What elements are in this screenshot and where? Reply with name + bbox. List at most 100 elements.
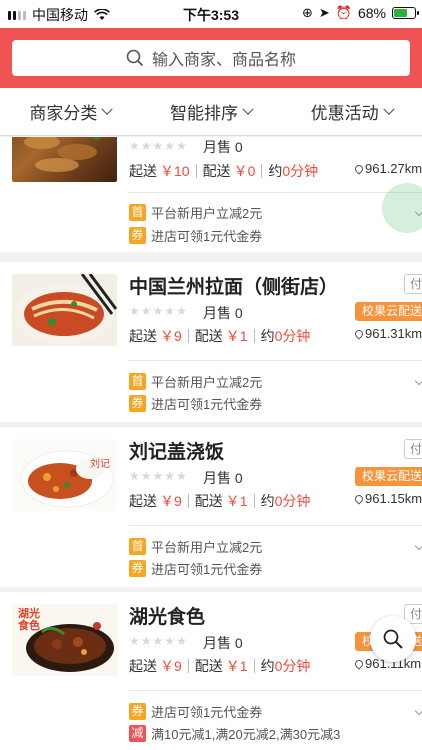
- promo-badge: 减: [129, 725, 146, 742]
- battery-percent: 68%: [357, 5, 386, 21]
- filter-label: 智能排序: [170, 104, 238, 123]
- chevron-down-icon: [383, 103, 395, 115]
- delivery-label: 配送: [194, 658, 223, 674]
- promo-badge: 券: [129, 227, 146, 244]
- floating-search-button[interactable]: [370, 616, 416, 662]
- delivery-fee: ￥1: [225, 328, 248, 344]
- alarm-icon: ⏰: [335, 5, 352, 20]
- food-photo: [14, 274, 117, 344]
- search-placeholder: 输入商家、商品名称: [151, 52, 296, 69]
- promo-text: 进店可领1元代金券: [151, 229, 263, 244]
- min-order-value: ￥9: [160, 493, 182, 509]
- time-label: 约: [260, 658, 275, 674]
- promo-badge: 券: [129, 703, 146, 720]
- promo-row: 首 平台新用户立减2元: [129, 203, 262, 222]
- store-image: [12, 274, 117, 346]
- min-order-value: ￥9: [160, 328, 182, 344]
- location-pin-icon: [353, 327, 365, 340]
- store-name[interactable]: 刘记盖浇饭: [129, 437, 224, 464]
- search-input[interactable]: 输入商家、商品名称: [12, 40, 410, 76]
- store-image: [12, 137, 117, 182]
- promo-row: 券 进店可领1元代金券: [129, 559, 262, 578]
- promo-text: 进店可领1元代金券: [151, 397, 263, 412]
- promo-text: 平台新用户立减2元: [151, 206, 263, 221]
- filter-promotions[interactable]: 优惠活动: [281, 99, 422, 124]
- store-image: 湖光食色: [12, 604, 117, 676]
- monthly-sales: 月售 0: [203, 470, 243, 486]
- expand-promos-icon[interactable]: [414, 376, 422, 386]
- delivery-time: 0分钟: [274, 658, 311, 674]
- store-card[interactable]: ★ ★ ★ ★ ★ 月售 0 起送 ￥10 配送 ￥0 约 0分钟 961.27km 首…: [0, 137, 422, 252]
- distance-value: 961.27km: [365, 161, 422, 176]
- status-bar: 中国移动 下午3:53 ⊕ ➤ ⏰ 68%: [0, 0, 422, 28]
- delivery-label: 配送: [194, 493, 223, 509]
- rotation-lock-icon: ⊕: [301, 5, 313, 20]
- promo-row: 首 平台新用户立减2元: [129, 372, 262, 391]
- monthly-sales: 月售 0: [203, 635, 243, 651]
- fee-row: 起送 ￥9 配送 ￥1 约 0分钟: [129, 326, 310, 346]
- chevron-down-icon: [242, 103, 254, 115]
- promo-text: 进店可领1元代金券: [151, 705, 263, 720]
- fee-row: 起送 ￥10 配送 ￥0 约 0分钟: [129, 161, 318, 181]
- store-card[interactable]: 中国兰州拉面（侧街店） 付 校果云配送 ★ ★ ★ ★ ★ 月售 0 起送 ￥9 配送 …: [0, 262, 422, 422]
- promo-row: 首 平台新用户立减2元: [129, 537, 262, 556]
- min-order-label: 起送: [129, 328, 157, 344]
- distance: 961.27km: [353, 161, 422, 176]
- promo-text: 进店可领1元代金券: [151, 562, 263, 577]
- filter-bar: 商家分类 智能排序 优惠活动: [0, 88, 422, 136]
- promo-badge: 首: [129, 373, 146, 390]
- store-card[interactable]: 湖光食色 湖光食色 付 校果云配送 ★★★★★ 月售 0 起送 ￥9 配送 ￥1…: [0, 592, 422, 750]
- distance-value: 961.31km: [365, 326, 422, 341]
- delivery-fee: ￥1: [225, 658, 248, 674]
- min-order-label: 起送: [129, 163, 157, 179]
- fee-row: 起送 ￥9 配送 ￥1 约 0分钟: [129, 656, 310, 676]
- filter-sort[interactable]: 智能排序: [141, 99, 282, 124]
- store-name[interactable]: 中国兰州拉面（侧街店）: [129, 272, 338, 299]
- food-photo: [20, 450, 114, 508]
- promo-row: 券 进店可领1元代金券: [129, 226, 262, 245]
- search-icon: [383, 629, 403, 649]
- store-card[interactable]: 刘记 刘记盖浇饭 付 校果云配送 ★ ★ ★ ★ ★ 月售 0 起送 ￥9 配送 ￥1 …: [0, 427, 422, 587]
- distance: 961.15km: [353, 491, 422, 506]
- rating-stars: ★ ★ ★ ★ ★: [129, 634, 187, 648]
- search-header: 输入商家、商品名称: [0, 28, 422, 88]
- delivery-label: 配送: [194, 328, 223, 344]
- min-order-value: ￥10: [160, 163, 190, 179]
- store-name[interactable]: 湖光食色: [129, 602, 205, 629]
- monthly-sales: 月售 0: [203, 305, 243, 321]
- filter-category[interactable]: 商家分类: [0, 99, 141, 124]
- promo-row: 券 进店可领1元代金券: [129, 702, 262, 721]
- time-label: 约: [260, 493, 275, 509]
- expand-promos-icon[interactable]: [414, 541, 422, 551]
- delivery-time: 0分钟: [282, 163, 319, 179]
- min-order-value: ￥9: [160, 658, 182, 674]
- image-watermark: 湖光食色: [18, 608, 40, 632]
- image-watermark: 刘记: [90, 459, 110, 470]
- campus-delivery-tag: 校果云配送: [355, 467, 422, 486]
- time-label: 约: [268, 163, 283, 179]
- filter-label: 商家分类: [29, 104, 98, 123]
- pay-tag: 付: [404, 439, 422, 459]
- expand-promos-icon[interactable]: [414, 706, 422, 716]
- promo-text: 平台新用户立减2元: [151, 375, 263, 390]
- location-pin-icon: [353, 162, 365, 175]
- location-pin-icon: [353, 492, 365, 505]
- delivery-time: 0分钟: [274, 328, 311, 344]
- rating-stars: ★ ★ ★ ★ ★: [129, 139, 187, 153]
- location-icon: ➤: [318, 5, 330, 20]
- promo-badge: 券: [129, 560, 146, 577]
- status-right: ⊕ ➤ ⏰ 68%: [301, 5, 419, 21]
- fee-row: 起送 ￥9 配送 ￥1 约 0分钟: [129, 491, 310, 511]
- promo-badge: 首: [129, 204, 146, 221]
- promo-row: 券 进店可领1元代金券: [129, 394, 262, 413]
- delivery-time: 0分钟: [274, 493, 311, 509]
- food-photo: [24, 137, 102, 172]
- promo-text: 平台新用户立减2元: [151, 540, 263, 555]
- campus-delivery-tag: 校果云配送: [355, 302, 422, 321]
- promo-badge: 首: [129, 538, 146, 555]
- promo-row: 减 满10元减1,满20元减2,满30元减3: [129, 724, 340, 743]
- pay-tag: 付: [404, 274, 422, 294]
- rating-stars: ★ ★ ★ ★ ★: [129, 469, 187, 483]
- store-list[interactable]: ★ ★ ★ ★ ★ 月售 0 起送 ￥10 配送 ￥0 约 0分钟 961.27km 首…: [0, 137, 422, 750]
- promo-badge: 券: [129, 395, 146, 412]
